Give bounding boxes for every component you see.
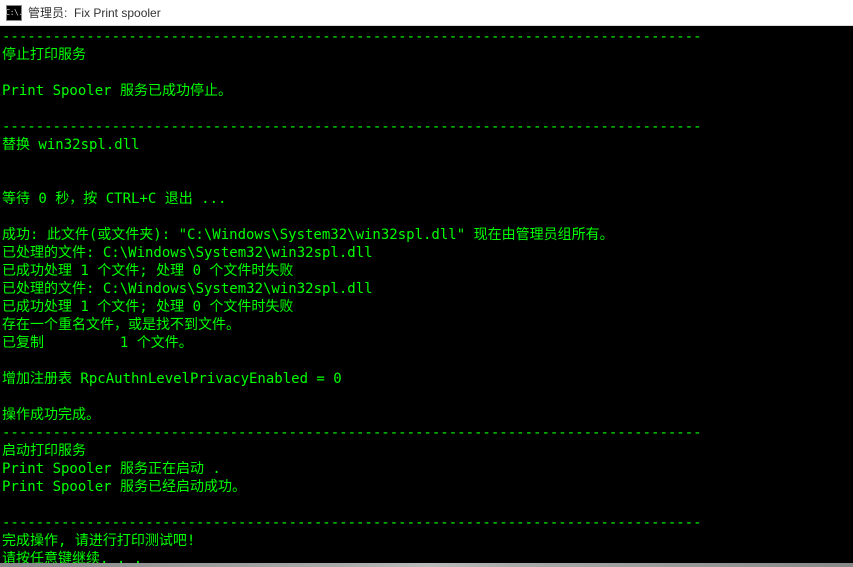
terminal-line: 请按任意键继续. . .	[2, 550, 849, 563]
terminal-line: 增加注册表 RpcAuthnLevelPrivacyEnabled = 0	[2, 370, 849, 388]
terminal-line	[2, 208, 849, 226]
terminal-line: 已处理的文件: C:\Windows\System32\win32spl.dll	[2, 244, 849, 262]
console-window: C:\. 管理员: Fix Print spooler ------------…	[0, 0, 853, 567]
terminal-line: ----------------------------------------…	[2, 118, 849, 136]
terminal-line: ----------------------------------------…	[2, 424, 849, 442]
terminal-line: 完成操作, 请进行打印测试吧!	[2, 532, 849, 550]
window-title: 管理员: Fix Print spooler	[28, 4, 161, 21]
terminal-output[interactable]: ----------------------------------------…	[0, 26, 853, 563]
terminal-line	[2, 100, 849, 118]
terminal-line	[2, 172, 849, 190]
terminal-line: ----------------------------------------…	[2, 28, 849, 46]
terminal-line: 等待 0 秒，按 CTRL+C 退出 ...	[2, 190, 849, 208]
terminal-line: 已成功处理 1 个文件; 处理 0 个文件时失败	[2, 298, 849, 316]
terminal-line: Print Spooler 服务正在启动 .	[2, 460, 849, 478]
terminal-line: 存在一个重名文件，或是找不到文件。	[2, 316, 849, 334]
terminal-line: 替换 win32spl.dll	[2, 136, 849, 154]
terminal-line: 停止打印服务	[2, 46, 849, 64]
terminal-line: Print Spooler 服务已成功停止。	[2, 82, 849, 100]
terminal-line	[2, 352, 849, 370]
terminal-line: ----------------------------------------…	[2, 514, 849, 532]
title-bar[interactable]: C:\. 管理员: Fix Print spooler	[0, 0, 853, 26]
terminal-line: 已成功处理 1 个文件; 处理 0 个文件时失败	[2, 262, 849, 280]
terminal-line: 操作成功完成。	[2, 406, 849, 424]
terminal-line	[2, 154, 849, 172]
terminal-line	[2, 388, 849, 406]
terminal-line	[2, 496, 849, 514]
window-footer-edge	[0, 563, 853, 567]
terminal-line: 成功: 此文件(或文件夹): "C:\Windows\System32\win3…	[2, 226, 849, 244]
terminal-line: Print Spooler 服务已经启动成功。	[2, 478, 849, 496]
terminal-line	[2, 64, 849, 82]
terminal-line: 已复制 1 个文件。	[2, 334, 849, 352]
terminal-line: 启动打印服务	[2, 442, 849, 460]
cmd-icon: C:\.	[6, 5, 22, 21]
terminal-line: 已处理的文件: C:\Windows\System32\win32spl.dll	[2, 280, 849, 298]
